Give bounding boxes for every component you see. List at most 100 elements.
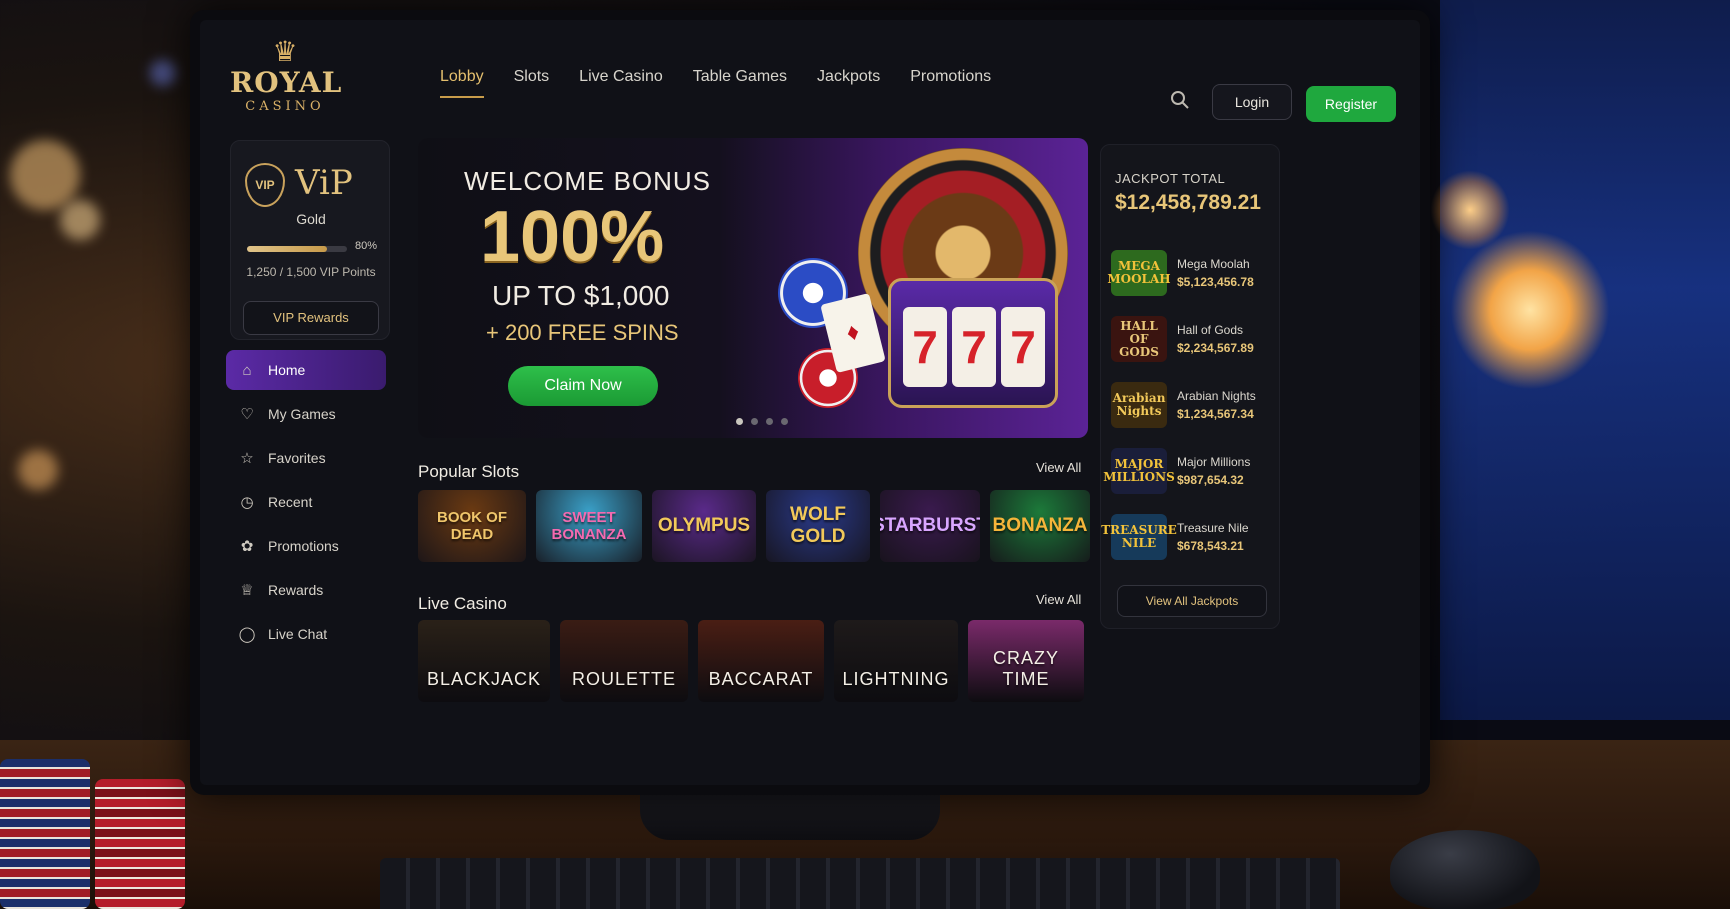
- nav-table-games[interactable]: Table Games: [693, 68, 787, 98]
- jackpot-amount: $678,543.21: [1177, 539, 1244, 553]
- nav-jackpots[interactable]: Jackpots: [817, 68, 880, 98]
- slot-game-tile[interactable]: SWEET BONANZA: [536, 490, 642, 562]
- carousel-dot[interactable]: [736, 418, 743, 425]
- live-casino-tile[interactable]: ROULETTE: [560, 620, 688, 702]
- jackpot-amount: $5,123,456.78: [1177, 275, 1254, 289]
- sidebar-item-label: Home: [268, 362, 306, 378]
- jackpot-logo: MAJOR MILLIONS: [1103, 448, 1175, 494]
- slot-game-tile[interactable]: BOOK OF DEAD: [418, 490, 526, 562]
- jackpot-info: Major Millions $987,654.32: [1177, 455, 1250, 487]
- slot-reel: 7: [1001, 307, 1045, 387]
- live-casino-tile[interactable]: BLACKJACK: [418, 620, 550, 702]
- jackpot-total-value: $12,458,789.21: [1115, 191, 1261, 214]
- hero-free-spins: + 200 FREE SPINS: [486, 320, 679, 345]
- hero-percent: 100%: [480, 197, 665, 277]
- nav-live-casino[interactable]: Live Casino: [579, 68, 663, 98]
- jackpot-item[interactable]: TREASURE NILE Treasure Nile $678,543.21: [1101, 504, 1271, 570]
- sidebar-item-label: Promotions: [268, 538, 339, 554]
- jackpot-list: MEGA MOOLAH Mega Moolah $5,123,456.78 HALL …: [1101, 240, 1271, 570]
- chat-icon: ◯: [238, 626, 256, 643]
- jackpot-logo: TREASURE NILE: [1101, 514, 1177, 560]
- clock-icon: ◷: [240, 494, 254, 511]
- popular-slots-view-all[interactable]: View All: [1036, 460, 1081, 475]
- vip-progress-fill: [247, 246, 327, 252]
- bokeh-light: [10, 140, 80, 210]
- lamp-bulb: [1450, 230, 1610, 390]
- slot-game-title: WOLF GOLD: [790, 504, 846, 547]
- welcome-bonus-banner[interactable]: ♦ 7 7 7 WELCOME BONUS 100% UP TO $1,000 …: [418, 138, 1088, 438]
- live-casino-title: BACCARAT: [708, 669, 814, 689]
- carousel-dot[interactable]: [781, 418, 788, 425]
- sidebar-item-label: Favorites: [268, 450, 326, 466]
- poker-chips: [0, 730, 190, 909]
- monitor-stand: [640, 790, 940, 840]
- slot-game-tile[interactable]: WOLF GOLD: [766, 490, 870, 562]
- jackpot-amount: $987,654.32: [1177, 473, 1244, 487]
- star-icon: ☆: [240, 450, 254, 467]
- sidebar-item-favorites[interactable]: ☆ Favorites: [226, 438, 386, 478]
- nav-lobby[interactable]: Lobby: [440, 68, 484, 98]
- slot-game-tile[interactable]: STARBURST: [880, 490, 980, 562]
- hero-heading: WELCOME BONUS: [464, 166, 712, 196]
- jackpot-item[interactable]: Arabian Nights Arabian Nights $1,234,567.3…: [1111, 372, 1271, 438]
- sidebar-item-rewards[interactable]: ♕ Rewards: [226, 570, 386, 610]
- live-casino-tile[interactable]: BACCARAT: [698, 620, 824, 702]
- logo-main-text: ROYAL: [230, 66, 343, 99]
- sidebar-item-promotions[interactable]: ✿ Promotions: [226, 526, 386, 566]
- sidebar-item-live-chat[interactable]: ◯ Live Chat: [226, 614, 386, 654]
- live-casino-title: LIGHTNING: [842, 669, 950, 689]
- jackpot-amount: $2,234,567.89: [1177, 341, 1254, 355]
- vip-progress-bar: [247, 246, 347, 252]
- hero-amount: UP TO $1,000: [492, 280, 670, 311]
- login-button[interactable]: Login: [1212, 84, 1292, 120]
- slot-game-title: OLYMPUS: [657, 515, 751, 536]
- jackpot-info: Hall of Gods $2,234,567.89: [1177, 323, 1254, 355]
- jackpot-panel: JACKPOT TOTAL $12,458,789.21 MEGA MOOLAH…: [1100, 144, 1280, 629]
- register-button[interactable]: Register: [1306, 86, 1396, 122]
- nav-promotions[interactable]: Promotions: [910, 68, 991, 98]
- slot-game-tile[interactable]: BONANZA: [990, 490, 1090, 562]
- vip-badge-icon: VIP: [245, 163, 285, 207]
- keyboard: [380, 858, 1340, 909]
- home-icon: ⌂: [242, 361, 252, 379]
- crown-icon: ♛: [272, 36, 298, 67]
- chip-stack: [95, 779, 185, 909]
- claim-now-button[interactable]: Claim Now: [508, 366, 658, 406]
- popular-slots-row: BOOK OF DEAD SWEET BONANZA OLYMPUS WOLF GOL…: [418, 490, 1090, 562]
- slot-game-tile[interactable]: OLYMPUS: [652, 490, 756, 562]
- live-casino-view-all[interactable]: View All: [1036, 592, 1081, 607]
- live-casino-tile[interactable]: CRAZY TIME: [968, 620, 1084, 702]
- slot-reel: 7: [903, 307, 947, 387]
- jackpot-name: Hall of Gods: [1177, 323, 1244, 337]
- live-casino-title: CRAZY TIME: [992, 648, 1059, 689]
- sidebar-item-label: Rewards: [268, 582, 324, 598]
- mouse: [1390, 830, 1540, 909]
- view-all-jackpots-button[interactable]: View All Jackpots: [1117, 585, 1267, 617]
- nav-slots[interactable]: Slots: [514, 68, 550, 98]
- slot-machine-art: 7 7 7: [888, 278, 1058, 408]
- search-icon[interactable]: [1170, 90, 1192, 112]
- vip-card: VIP ViP Gold 80% 1,250 / 1,500 VIP Point…: [230, 140, 390, 340]
- live-casino-tile[interactable]: LIGHTNING: [834, 620, 958, 702]
- slot-game-title: SWEET BONANZA: [551, 509, 627, 543]
- brand-logo[interactable]: ♛ ROYAL CASINO: [230, 36, 343, 115]
- jackpot-name: Major Millions: [1177, 455, 1251, 469]
- trophy-icon: ♕: [240, 582, 254, 599]
- jackpot-info: Arabian Nights $1,234,567.34: [1177, 389, 1256, 421]
- sidebar-item-my-games[interactable]: ♡ My Games: [226, 394, 386, 434]
- carousel-dot[interactable]: [766, 418, 773, 425]
- vip-rewards-button[interactable]: VIP Rewards: [243, 301, 379, 335]
- sidebar-item-home[interactable]: ⌂ Home: [226, 350, 386, 390]
- jackpot-item[interactable]: HALL OF GODS Hall of Gods $2,234,567.89: [1111, 306, 1271, 372]
- jackpot-item[interactable]: MEGA MOOLAH Mega Moolah $5,123,456.78: [1107, 240, 1271, 306]
- jackpot-item[interactable]: MAJOR MILLIONS Major Millions $987,654.32: [1103, 438, 1271, 504]
- carousel-dot[interactable]: [751, 418, 758, 425]
- live-casino-title: BLACKJACK: [426, 669, 542, 689]
- sidebar-menu: ⌂ Home ♡ My Games ☆ Favorites ◷ Recent ✿…: [226, 350, 386, 658]
- slot-game-title: BONANZA: [992, 515, 1088, 536]
- sidebar-item-recent[interactable]: ◷ Recent: [226, 482, 386, 522]
- top-nav: Lobby Slots Live Casino Table Games Jack…: [440, 68, 991, 98]
- bokeh-light: [150, 60, 176, 86]
- jackpot-name: Treasure Nile: [1177, 521, 1249, 535]
- live-casino-row: BLACKJACK ROULETTE BACCARAT LIGHTNING CRAZY …: [418, 620, 1084, 702]
